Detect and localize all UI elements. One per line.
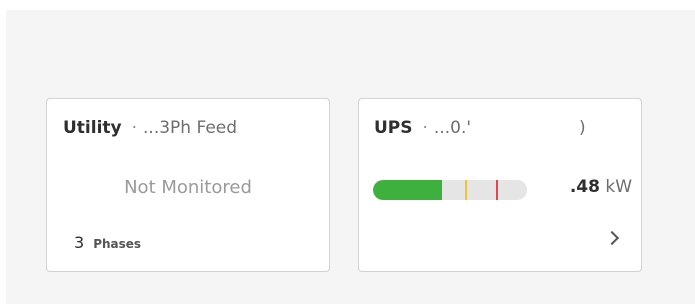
utility-subtitle: ...3Ph Feed [143,118,238,138]
power-unit: kW [605,177,632,197]
ups-subtitle: ...0.' [433,118,472,138]
load-bar [373,180,527,200]
ups-title: UPS [374,118,413,138]
phases-count: 3 [74,233,85,252]
title-separator: · [131,118,138,138]
ups-card-title: UPS · ...0.' [374,118,471,138]
ups-subtitle-close: ) [579,118,586,138]
monitoring-status: Not Monitored [124,177,252,198]
power-value: .48 [569,177,600,197]
ups-card[interactable]: UPS · ...0.' ) .48 kW [358,98,642,272]
warning-threshold-marker [465,180,467,200]
utility-card[interactable]: Utility · ...3Ph Feed Not Monitored 3 Phase… [46,98,330,272]
utility-card-title: Utility · ...3Ph Feed [63,118,237,138]
power-reading: .48 kW [570,177,632,197]
title-separator: · [422,118,428,138]
chevron-right-icon[interactable] [604,230,620,246]
utility-title: Utility [63,118,122,138]
load-bar-fill [373,180,443,200]
phases-label: Phases [93,237,142,251]
critical-threshold-marker [496,180,498,200]
phases-info: 3 Phases [74,233,141,252]
